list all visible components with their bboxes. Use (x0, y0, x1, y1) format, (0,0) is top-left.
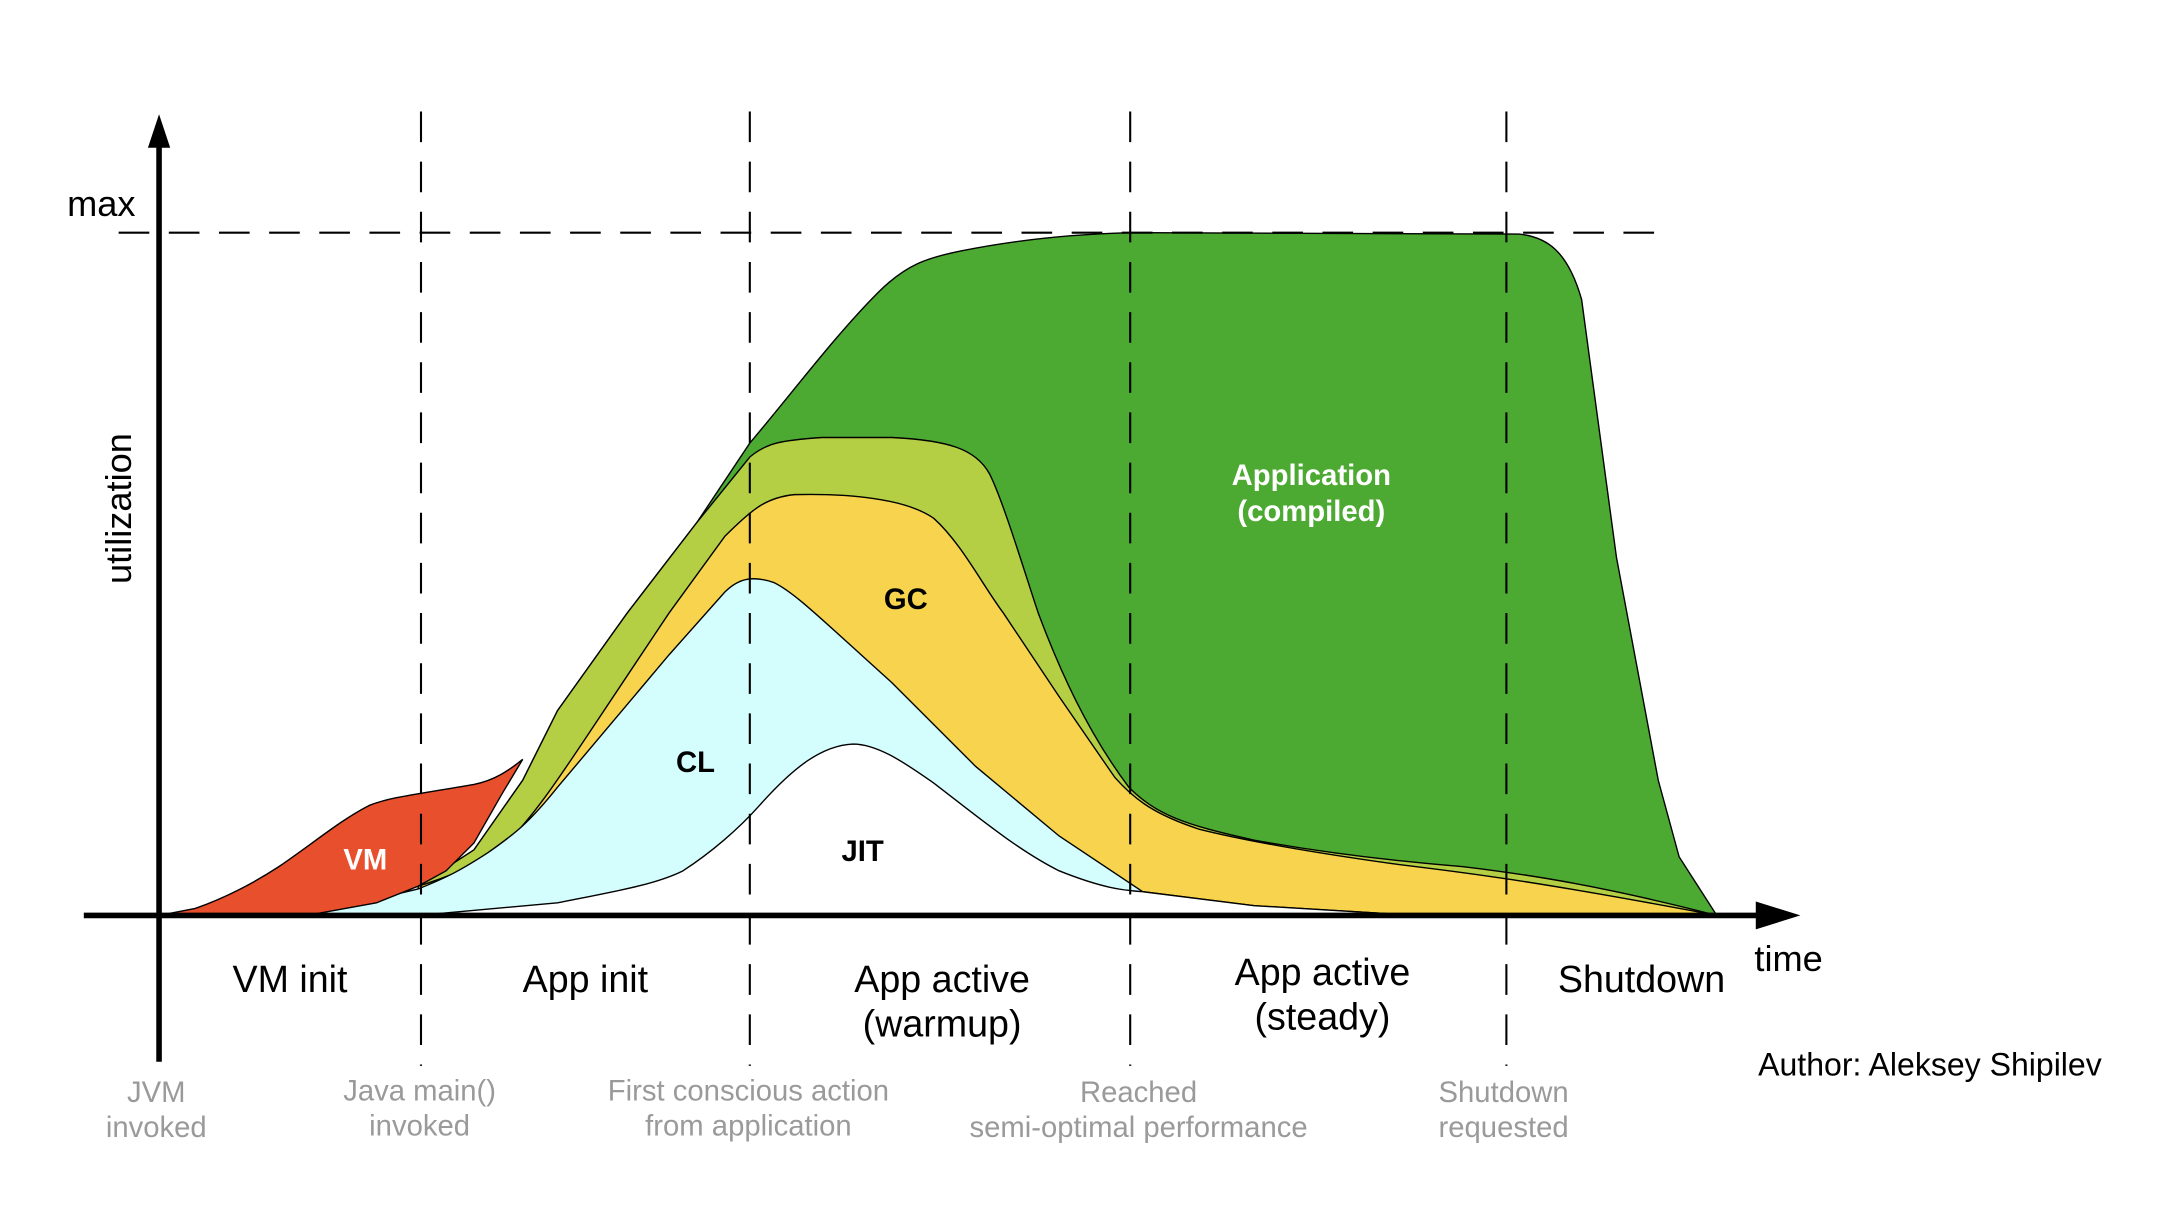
vm-label: VM (343, 844, 387, 876)
phase-vm-init: VM init (233, 958, 348, 1000)
cl-label: CL (676, 747, 715, 779)
phase-shutdown: Shutdown (1558, 958, 1725, 1000)
milestone-main-line2: invoked (369, 1111, 470, 1143)
diagram-svg: max utilization time VM CL GC JIT Applic… (67, 111, 2102, 1144)
app-label-line2: (compiled) (1237, 496, 1385, 528)
phase-warmup-line1: App active (854, 958, 1030, 1000)
milestone-main-line1: Java main() (343, 1076, 496, 1108)
jvm-lifecycle-diagram: max utilization time VM CL GC JIT Applic… (0, 0, 2174, 1208)
y-axis-label: utilization (98, 433, 139, 584)
milestone-steady-line1: Reached (1080, 1077, 1197, 1109)
phase-steady-line1: App active (1235, 951, 1411, 993)
y-axis-arrow (147, 114, 171, 148)
phase-warmup-line2: (warmup) (863, 1003, 1022, 1045)
y-max-label: max (67, 183, 135, 224)
jit-label: JIT (842, 836, 884, 868)
phase-steady-line2: (steady) (1255, 996, 1391, 1038)
milestone-jvm-line1: JVM (127, 1077, 186, 1109)
gc-label: GC (884, 584, 928, 616)
milestone-steady-line2: semi-optimal performance (969, 1112, 1307, 1144)
milestone-shutdown-line1: Shutdown (1439, 1077, 1569, 1109)
milestone-action-line2: from application (645, 1111, 851, 1143)
milestone-jvm-line2: invoked (106, 1112, 207, 1144)
x-axis-arrow (1755, 901, 1801, 930)
app-label-line1: Application (1232, 460, 1391, 492)
milestone-action-line1: First conscious action (608, 1076, 889, 1108)
phase-app-init: App init (523, 958, 649, 1000)
x-axis-label: time (1754, 938, 1822, 979)
author-credit: Author: Aleksey Shipilev (1758, 1047, 2102, 1083)
milestone-shutdown-line2: requested (1439, 1112, 1569, 1144)
